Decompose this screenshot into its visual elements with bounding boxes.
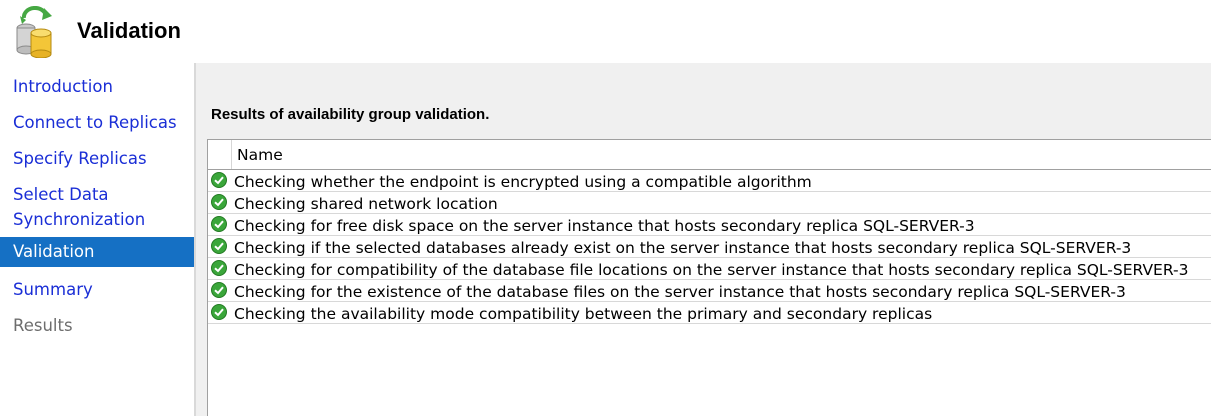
row-name: Checking if the selected databases alrea…	[234, 239, 1132, 257]
sidebar-item-results: Results	[13, 316, 73, 335]
row-name: Checking whether the endpoint is encrypt…	[234, 173, 812, 191]
table-row[interactable]: Checking if the selected databases alrea…	[208, 236, 1211, 258]
row-name: Checking for free disk space on the serv…	[234, 217, 975, 235]
table-row[interactable]: Checking shared network location	[208, 192, 1211, 214]
table-row[interactable]: Checking for free disk space on the serv…	[208, 214, 1211, 236]
row-name: Checking shared network location	[234, 195, 498, 213]
sidebar-item-introduction[interactable]: Introduction	[0, 74, 194, 99]
success-check-icon	[211, 194, 227, 210]
table-row[interactable]: Checking whether the endpoint is encrypt…	[208, 170, 1211, 192]
wizard-sidebar: Introduction Connect to Replicas Specify…	[0, 63, 194, 416]
table-row[interactable]: Checking for compatibility of the databa…	[208, 258, 1211, 280]
success-check-icon	[211, 216, 227, 232]
validation-results-grid[interactable]: Name Checking whether the endpoint is en…	[207, 139, 1211, 416]
row-name: Checking for compatibility of the databa…	[234, 261, 1189, 279]
sidebar-item-summary[interactable]: Summary	[0, 277, 194, 302]
row-name: Checking for the existence of the databa…	[234, 283, 1126, 301]
sidebar-item-specify-replicas[interactable]: Specify Replicas	[0, 146, 194, 171]
success-check-icon	[211, 304, 227, 320]
sidebar-item-select-data-synchronization[interactable]: Select Data Synchronization	[0, 182, 194, 232]
results-heading: Results of availability group validation…	[211, 106, 490, 123]
page-header: Validation	[0, 0, 1211, 62]
success-check-icon	[211, 282, 227, 298]
table-row[interactable]: Checking the availability mode compatibi…	[208, 302, 1211, 324]
main-panel: Results of availability group validation…	[196, 63, 1211, 416]
success-check-icon	[211, 172, 227, 188]
table-row[interactable]: Checking for the existence of the databa…	[208, 280, 1211, 302]
grid-header: Name	[208, 140, 1211, 170]
status-column-header[interactable]	[208, 140, 232, 169]
success-check-icon	[211, 260, 227, 276]
sidebar-item-connect-to-replicas[interactable]: Connect to Replicas	[0, 110, 194, 135]
success-check-icon	[211, 238, 227, 254]
name-column-header[interactable]: Name	[237, 146, 283, 164]
page-title: Validation	[77, 18, 181, 43]
sidebar-item-validation[interactable]: Validation	[0, 237, 194, 267]
database-wizard-icon	[16, 6, 52, 58]
row-name: Checking the availability mode compatibi…	[234, 305, 933, 323]
